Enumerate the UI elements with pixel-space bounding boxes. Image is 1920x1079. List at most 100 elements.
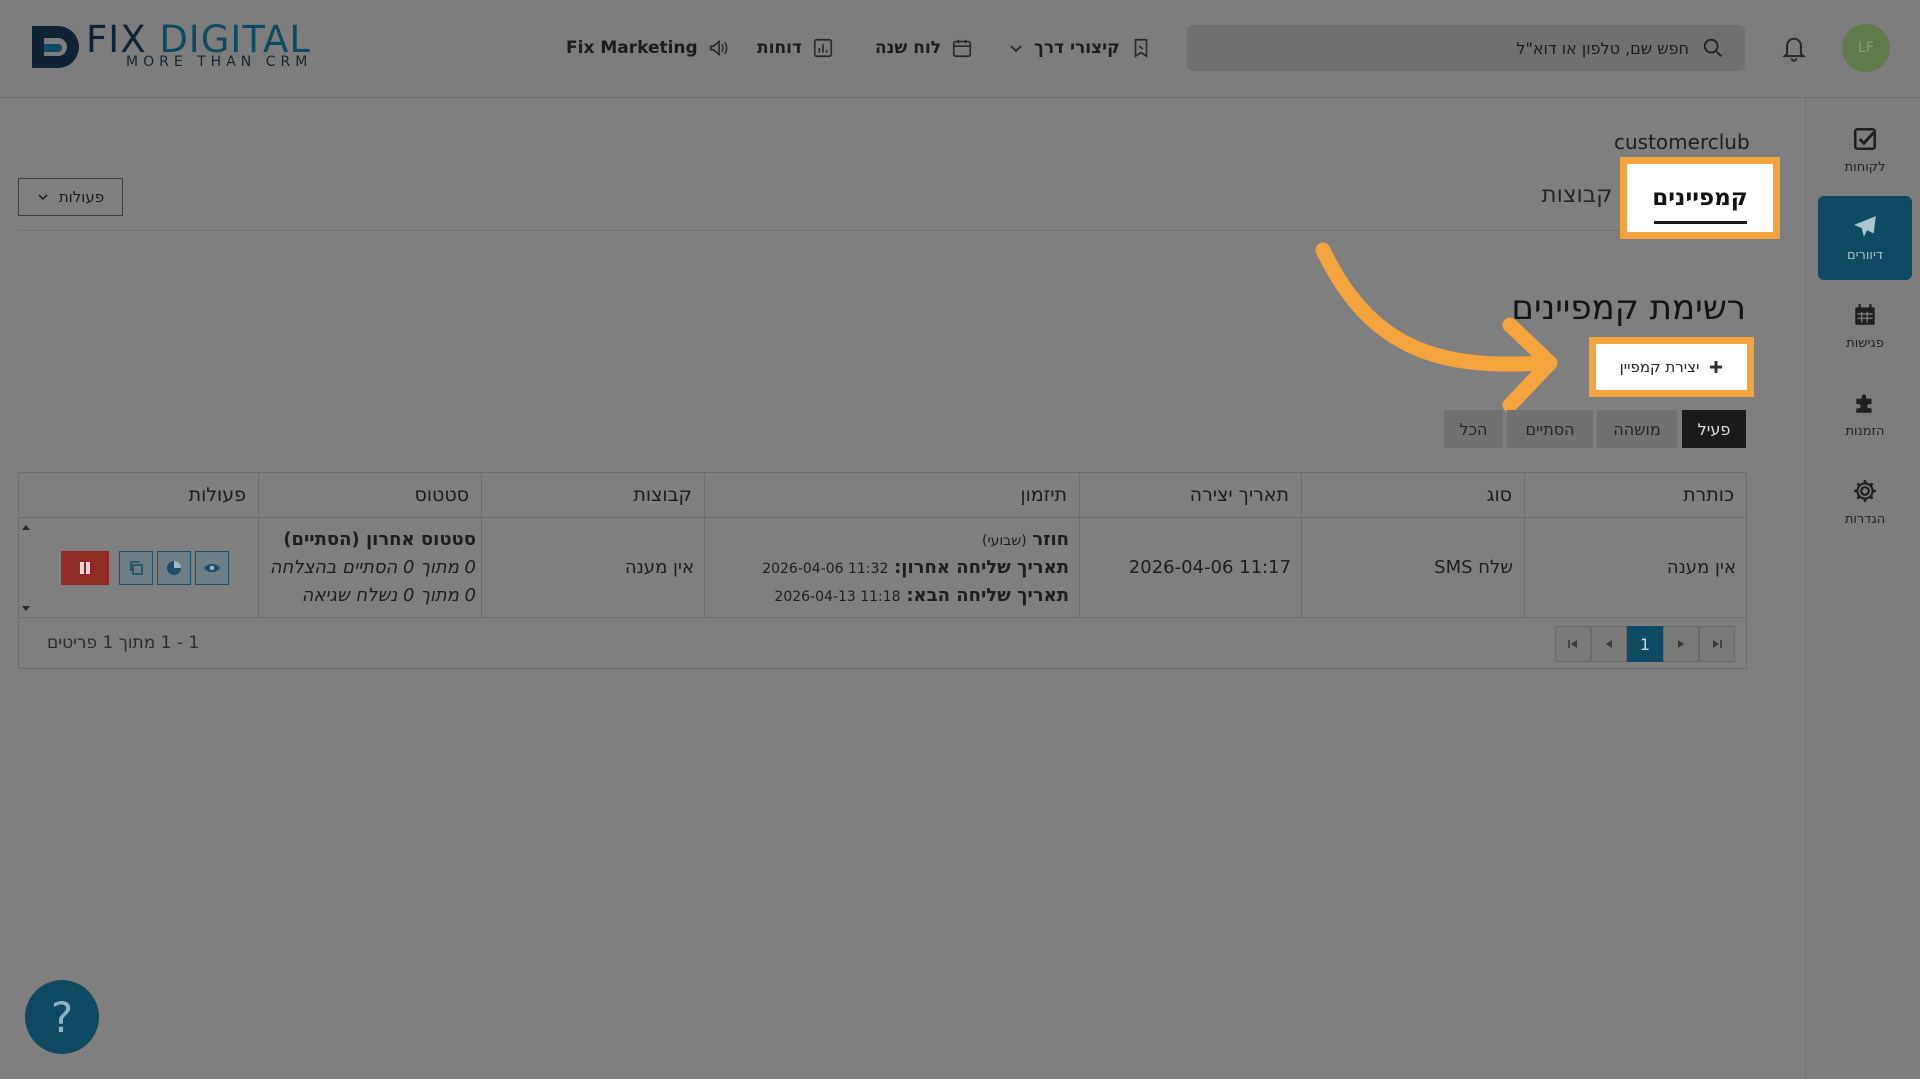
shortcut-icon — [1134, 38, 1147, 58]
sidebar-item-settings[interactable]: הגדרות — [1818, 460, 1912, 544]
pager-last-button[interactable] — [1699, 626, 1735, 662]
cell-schedule-last: תאריך שליחה אחרון: 2026-04-06 11:32 — [762, 557, 1069, 578]
tab-highlight-frame: קמפיינים — [1620, 157, 1780, 239]
bell-icon[interactable] — [1780, 33, 1808, 63]
tab-active-underline — [1654, 221, 1747, 224]
actions-dropdown-button[interactable]: פעולות — [18, 178, 123, 216]
search-box[interactable] — [1187, 25, 1745, 71]
stats-button[interactable] — [157, 551, 191, 585]
breadcrumb[interactable]: customerclub — [1614, 130, 1750, 154]
filter-paused[interactable]: מושהה — [1597, 410, 1677, 448]
annotation-arrow-icon — [1315, 242, 1558, 413]
cell-created: 2026-04-06 11:17 — [1128, 557, 1291, 578]
column-header-schedule[interactable]: תיזמון — [704, 473, 1079, 517]
table-header-divider — [19, 517, 1746, 518]
filter-all[interactable]: הכל — [1444, 410, 1503, 448]
pie-chart-icon — [167, 561, 181, 575]
paper-plane-icon — [1854, 215, 1876, 237]
column-header-groups[interactable]: קבוצות — [481, 473, 704, 517]
sidebar-item-meetings[interactable]: פגישות — [1818, 284, 1912, 368]
gear-icon — [1854, 479, 1876, 502]
pager-prev-button[interactable] — [1591, 626, 1627, 662]
nav-calendar-label: לוח שנה — [875, 38, 941, 58]
calendar-icon — [952, 39, 972, 58]
check-square-icon — [1853, 127, 1877, 150]
column-divider — [704, 473, 705, 617]
search-input[interactable] — [1199, 25, 1689, 71]
column-header-type[interactable]: סוג — [1301, 473, 1524, 517]
cell-status-success: 0 מתוך 0 הסתיים בהצלחה — [269, 557, 476, 578]
nav-shortcuts-label: קיצורי דרך — [1034, 38, 1120, 58]
calendar-icon — [1855, 303, 1875, 325]
sidebar-item-label: הגדרות — [1844, 511, 1886, 527]
chevron-down-icon — [1010, 45, 1022, 53]
cell-status-errors: 0 מתוך 0 נשלח שגיאה — [301, 585, 476, 606]
skip-first-icon — [1568, 640, 1577, 648]
cell-schedule-next: תאריך שליחה הבא: 2026-04-13 11:18 — [774, 585, 1069, 606]
nav-calendar[interactable]: לוח שנה — [875, 30, 973, 66]
actions-dropdown-label: פעולות — [58, 188, 105, 206]
skip-last-icon — [1713, 640, 1722, 648]
eye-icon — [203, 563, 221, 573]
pause-icon — [80, 562, 90, 574]
sidebar-item-label: לקוחות — [1844, 159, 1886, 175]
table-footer-divider — [19, 617, 1746, 618]
cell-type: שלח SMS — [1434, 557, 1513, 578]
search-icon[interactable] — [1702, 37, 1724, 59]
pager-next-button[interactable] — [1663, 626, 1699, 662]
pager-page-1[interactable]: 1 — [1627, 626, 1663, 662]
sidebar-item-label: הזמנות — [1845, 423, 1885, 439]
logo-tagline: MORE THAN CRM — [126, 54, 313, 70]
tab-campaigns-label: קמפיינים — [1652, 185, 1748, 211]
pager-first-button[interactable] — [1555, 626, 1591, 662]
create-campaign-label: יצירת קמפיין — [1619, 358, 1700, 376]
nav-reports-label: דוחות — [757, 38, 802, 58]
tabs-divider — [18, 230, 1746, 231]
nav-reports[interactable]: דוחות — [757, 30, 834, 66]
cell-title[interactable]: אין מענה — [1667, 557, 1736, 578]
pause-button[interactable] — [61, 551, 109, 585]
cell-status-title: סטטוס אחרון (הסתיים) — [283, 529, 476, 550]
plus-icon — [1710, 361, 1723, 373]
nav-fix-marketing[interactable]: Fix Marketing — [566, 30, 730, 66]
items-count: 1 - 1 מתוך 1 פריטים — [47, 633, 200, 653]
chevron-down-icon — [38, 194, 48, 201]
filter-active[interactable]: פעיל — [1682, 410, 1746, 448]
triangle-right-icon — [1678, 640, 1684, 648]
column-divider — [1079, 473, 1080, 617]
logo-mark-icon — [32, 26, 79, 68]
sidebar-item-customers[interactable]: לקוחות — [1818, 108, 1912, 192]
cell-schedule-recurring: חוזר (שבועי) — [982, 529, 1069, 550]
triangle-left-icon — [1606, 640, 1612, 648]
megaphone-icon — [709, 39, 728, 57]
user-avatar[interactable]: LF — [1842, 24, 1890, 72]
column-header-created[interactable]: תאריך יצירה — [1079, 473, 1301, 517]
cell-groups: אין מענה — [624, 557, 694, 578]
column-divider — [1301, 473, 1302, 617]
view-button[interactable] — [195, 551, 229, 585]
duplicate-button[interactable] — [119, 551, 153, 585]
create-highlight-frame: יצירת קמפיין — [1589, 337, 1754, 397]
tab-groups[interactable]: קבוצות — [1532, 170, 1622, 220]
page-title: רשימת קמפיינים — [1511, 288, 1746, 328]
fix-digital-logo[interactable]: FIX DIGITAL MORE THAN CRM — [28, 20, 348, 76]
scroll-down-icon[interactable] — [21, 603, 31, 613]
bar-chart-icon — [813, 38, 833, 58]
right-sidebar: לקוחות דיוורים פגישות הזמנות הגדרות — [1805, 98, 1920, 1079]
sidebar-item-orders[interactable]: הזמנות — [1818, 372, 1912, 456]
filter-ended[interactable]: הסתיים — [1507, 410, 1593, 448]
create-campaign-button[interactable]: יצירת קמפיין — [1596, 344, 1747, 390]
campaigns-table: כותרת סוג תאריך יצירה תיזמון קבוצות סטטו… — [18, 472, 1747, 669]
help-button[interactable]: ? — [25, 980, 99, 1054]
scroll-up-icon[interactable] — [21, 523, 31, 533]
copy-icon — [130, 561, 143, 575]
column-header-title[interactable]: כותרת — [1524, 473, 1746, 517]
nav-shortcuts[interactable]: קיצורי דרך — [1008, 30, 1152, 66]
sidebar-item-mailings[interactable]: דיוורים — [1818, 196, 1912, 280]
column-divider — [1524, 473, 1525, 617]
column-header-status[interactable]: סטטוס — [258, 473, 481, 517]
column-divider — [258, 473, 259, 617]
tab-campaigns[interactable]: קמפיינים — [1627, 164, 1773, 232]
puzzle-icon — [1856, 393, 1872, 413]
column-header-actions: פעולות — [188, 484, 246, 506]
